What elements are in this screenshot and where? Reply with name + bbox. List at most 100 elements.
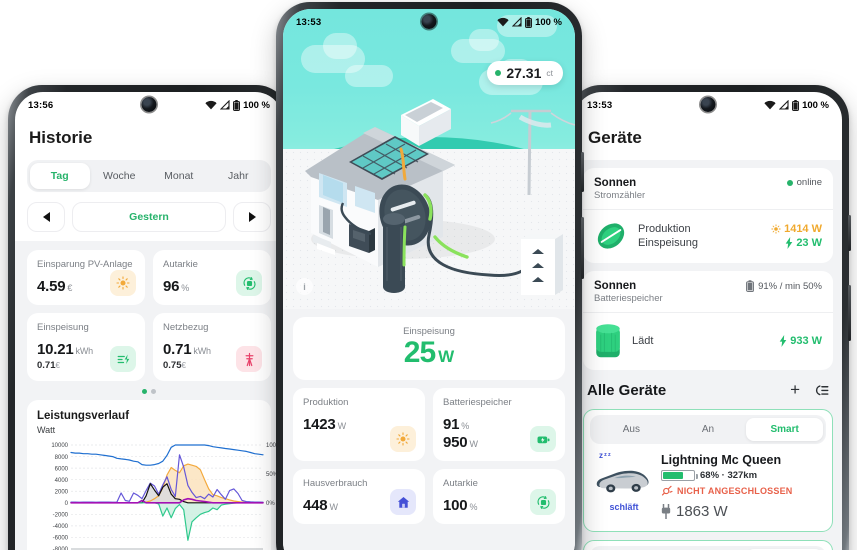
page-dot-1[interactable] (142, 389, 147, 394)
electricity-price-badge[interactable]: 27.31 ct (487, 61, 563, 85)
power-text: 1863 W (676, 503, 728, 520)
status-dot-icon (786, 179, 793, 186)
smart-device-info: Lightning Mc Queen 68% · 327km NICHT ANG… (661, 453, 821, 520)
page-title: Geräte (588, 128, 642, 147)
home-illustration: 13:53 100 % 27.31 ct i (283, 9, 575, 309)
card-netzbezug[interactable]: Netzbezug 0.71 kWh 0.75€ (153, 313, 271, 381)
battery-icon (525, 16, 533, 28)
feedin-hero-card[interactable]: Einspeisung 25 W (293, 317, 565, 381)
chevron-left-icon (42, 212, 50, 222)
page-indicator[interactable] (15, 381, 283, 398)
card-einspeisung[interactable]: Einspeisung 10.21 kWh 0.71€ (27, 313, 145, 381)
card-label: Einspeisung (37, 322, 89, 333)
device-card-batteriespeicher[interactable]: Sonnen Batteriespeicher 91% / min 50% Lä… (583, 271, 833, 370)
status-text: online (796, 177, 822, 188)
info-button[interactable]: i (296, 278, 313, 295)
chart-ylabel: Watt (37, 425, 56, 435)
mode-smart[interactable]: Smart (746, 418, 824, 441)
sleep-label: schläft (609, 502, 639, 512)
previous-day-button[interactable] (27, 202, 65, 232)
house-scene-illustration[interactable] (283, 67, 575, 297)
tab-woche[interactable]: Woche (90, 163, 150, 189)
sleep-zzz-icon: zᶻᶻ (599, 451, 612, 460)
warning-text: NICHT ANGESCHLOSSEN (677, 486, 793, 496)
bolt-icon (786, 237, 793, 249)
card-autarkie[interactable]: Autarkie 100% (433, 469, 565, 525)
summary-card-grid: Einsparung PV-Anlage 4.59€ Autarkie 96% (15, 241, 283, 381)
mode-an[interactable]: An (670, 418, 747, 441)
row-label: Einspeisung (638, 237, 698, 249)
battery-icon (233, 99, 241, 111)
page-dot-2[interactable] (151, 389, 156, 394)
device-rows: Lädt 933 W (632, 334, 822, 348)
section-title: Alle Geräte (587, 381, 667, 399)
battery-bar-icon (661, 470, 698, 481)
period-tabs[interactable]: Tag Woche Monat Jahr (27, 160, 271, 192)
sort-icon[interactable] (814, 384, 829, 397)
smart-device-card-ev[interactable]: Aus An Smart zᶻᶻ schläft Lightning Mc Qu… (583, 409, 833, 532)
card-unit: % (181, 283, 190, 293)
status-time: 13:53 (296, 16, 322, 28)
row-value-text: 1414 W (784, 223, 822, 235)
card-unit: W (329, 502, 338, 513)
devices-scroll-area[interactable]: Sonnen Stromzähler online Produktion 141… (574, 160, 842, 550)
card-label: Batteriespeicher (443, 397, 512, 409)
device-subtitle: Stromzähler (594, 190, 646, 201)
card-batteriespeicher[interactable]: Batteriespeicher 91% 950 W (433, 388, 565, 462)
next-day-button[interactable] (233, 202, 271, 232)
device-card-stromzaehler[interactable]: Sonnen Stromzähler online Produktion 141… (583, 168, 833, 263)
svg-text:-2000: -2000 (53, 513, 69, 519)
card-hausverbrauch[interactable]: Hausverbrauch 448 W (293, 469, 425, 525)
card-label: Hausverbrauch (303, 478, 368, 490)
battery-icon (792, 99, 800, 111)
tab-jahr[interactable]: Jahr (209, 163, 269, 189)
mode-aus[interactable]: Aus (593, 418, 670, 441)
card-label: Einsparung PV-Anlage (37, 259, 133, 270)
svg-text:-4000: -4000 (53, 524, 69, 530)
card-autarkie[interactable]: Autarkie 96% (153, 250, 271, 305)
row-label: Produktion (638, 223, 691, 235)
signal-icon (779, 100, 789, 110)
power-button[interactable] (581, 217, 584, 279)
signal-icon (220, 100, 230, 110)
power-button[interactable] (848, 285, 851, 341)
signal-icon (512, 17, 522, 27)
card-value: 91 (443, 416, 460, 434)
wifi-icon (497, 17, 509, 27)
card-label: Autarkie (443, 478, 478, 490)
history-scroll-area[interactable]: Einsparung PV-Anlage 4.59€ Autarkie 96% (15, 241, 283, 550)
row-value-text: 23 W (796, 237, 822, 249)
card-unit: € (67, 283, 73, 293)
tab-monat[interactable]: Monat (149, 163, 209, 189)
device-row: Einspeisung 23 W (638, 236, 822, 250)
volume-button[interactable] (848, 215, 851, 251)
svg-text:0: 0 (65, 501, 69, 507)
card-value: 448 (303, 497, 328, 515)
status-icons: 100 % (764, 99, 829, 111)
row-value: 1414 W (771, 223, 822, 235)
current-date-label[interactable]: Gestern (72, 202, 226, 232)
chart-title: Leistungsverlauf (37, 410, 130, 422)
chart-svg: 1000080006000400020000-2000-4000-6000-80… (51, 443, 282, 550)
card-subunit: € (55, 361, 60, 370)
mode-selector[interactable]: Aus An Smart (590, 546, 826, 550)
mode-selector[interactable]: Aus An Smart (590, 415, 826, 444)
add-device-button[interactable]: + (790, 380, 800, 400)
device-rows: Produktion 1414 W Einspeisung 23 W (638, 222, 822, 250)
volume-button[interactable] (581, 152, 584, 192)
card-einsparung[interactable]: Einsparung PV-Anlage 4.59 € (27, 250, 145, 305)
smart-device-card-sgready[interactable]: Aus An Smart (583, 540, 833, 550)
chevron-right-icon (248, 212, 256, 222)
sun-icon (390, 426, 416, 453)
ev-battery: 68% · 327km (661, 470, 821, 481)
card-unit: kWh (193, 346, 211, 356)
price-value: 27.31 (506, 65, 542, 81)
tab-tag[interactable]: Tag (30, 163, 90, 189)
sun-icon (110, 270, 136, 296)
chart-plot[interactable]: 1000080006000400020000-2000-4000-6000-80… (37, 439, 282, 550)
status-text: 91% / min 50% (758, 280, 822, 292)
device-visual: zᶻᶻ schläft (595, 451, 653, 512)
phone-left-screen: 13:56 100 % Historie Tag Woche Monat Jah… (15, 92, 283, 550)
card-produktion[interactable]: Produktion 1423 W (293, 388, 425, 462)
autarky-icon (236, 270, 262, 296)
